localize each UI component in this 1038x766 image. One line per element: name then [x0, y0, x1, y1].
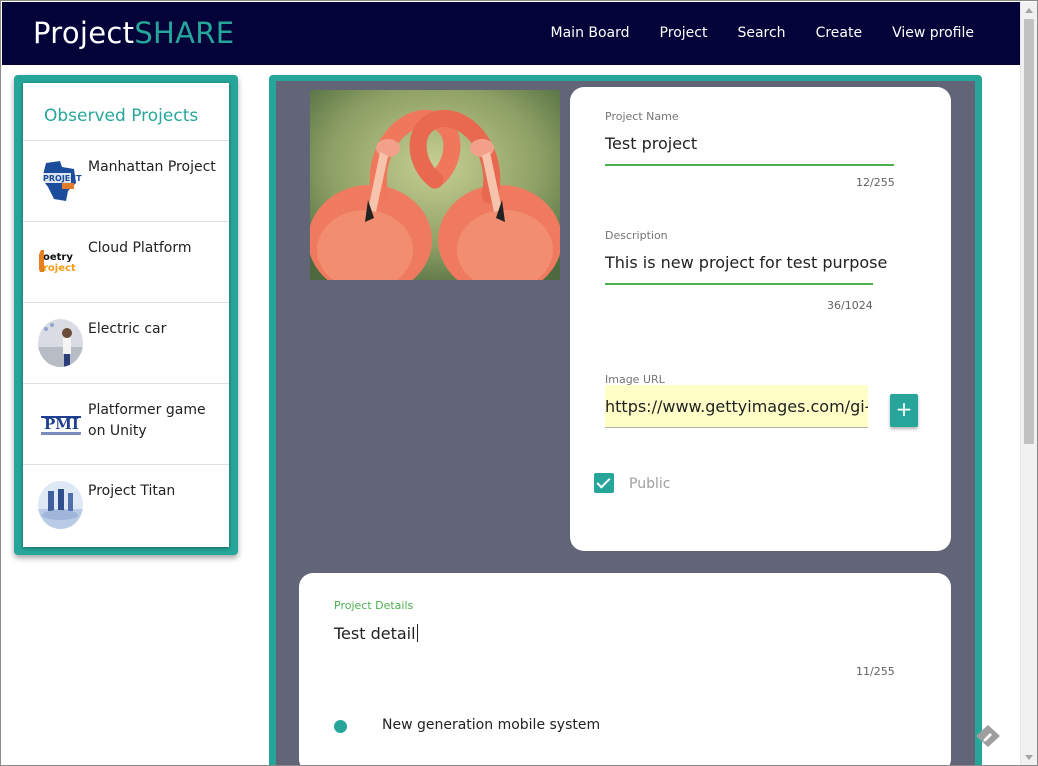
- project-item-platformer-game[interactable]: PMI Platformer game on Unity: [23, 384, 229, 465]
- brand-share-text: SHARE: [134, 16, 235, 50]
- project-details-text: Test detail: [334, 624, 416, 643]
- top-navbar: ProjectSHARE Main Board Project Search C…: [2, 2, 1020, 65]
- project-details-label: Project Details: [334, 599, 414, 612]
- project-details-counter: 11/255: [856, 665, 895, 678]
- pmi-logo-thumb: PMI: [38, 400, 83, 448]
- public-label: Public: [629, 476, 671, 492]
- pencil-diamond-icon[interactable]: [975, 724, 1001, 748]
- description-counter: 36/1024: [827, 299, 873, 312]
- project-item-cloud-platform[interactable]: oetry roject Cloud Platform: [23, 222, 229, 303]
- scroll-up-arrow-icon[interactable]: [1025, 8, 1033, 13]
- nav-project[interactable]: Project: [660, 23, 708, 43]
- project-logo-thumb: PROJECT: [38, 157, 83, 205]
- observed-projects-panel: Observed Projects PROJECT Manhattan Proj…: [14, 75, 238, 555]
- scroll-down-arrow-icon[interactable]: [1025, 755, 1033, 760]
- image-url-input[interactable]: https://www.gettyimages.com/gi-resources…: [605, 397, 868, 416]
- project-item-label: Cloud Platform: [88, 240, 192, 256]
- nav-create[interactable]: Create: [816, 23, 863, 43]
- person-photo-thumb: [38, 319, 83, 367]
- bullet-dot-icon: [334, 720, 347, 733]
- svg-text:PROJECT: PROJECT: [43, 174, 82, 183]
- scroll-thumb[interactable]: [1024, 19, 1034, 444]
- project-name-input[interactable]: Test project: [605, 134, 697, 153]
- nav-main-board[interactable]: Main Board: [551, 23, 630, 43]
- text-caret: [416, 624, 418, 642]
- project-item-electric-car[interactable]: Electric car: [23, 303, 229, 384]
- image-url-field[interactable]: https://www.gettyimages.com/gi-resources…: [605, 385, 868, 428]
- project-item-manhattan[interactable]: PROJECT Manhattan Project: [23, 141, 229, 222]
- svg-text:roject: roject: [43, 263, 76, 274]
- project-name-label: Project Name: [605, 110, 679, 123]
- detail-list-item: New generation mobile system: [382, 717, 601, 733]
- project-item-label: Project Titan: [88, 483, 176, 499]
- nav-links: Main Board Project Search Create View pr…: [551, 23, 974, 43]
- project-item-label: Electric car: [88, 321, 167, 337]
- nav-search[interactable]: Search: [737, 23, 785, 43]
- observed-projects-title: Observed Projects: [23, 83, 229, 141]
- svg-text:oetry: oetry: [43, 252, 73, 263]
- vertical-scrollbar[interactable]: [1020, 2, 1037, 765]
- project-form-card: Project Name Test project 12/255 Descrip…: [570, 87, 951, 551]
- description-label: Description: [605, 229, 668, 242]
- public-checkbox[interactable]: [594, 473, 614, 493]
- project-details-input[interactable]: Test detail: [334, 624, 418, 643]
- office-photo-thumb: [38, 481, 83, 529]
- project-name-underline: [605, 164, 894, 166]
- project-item-label: Manhattan Project: [88, 159, 216, 175]
- brand-project-text: Project: [33, 16, 135, 50]
- nav-view-profile[interactable]: View profile: [892, 23, 974, 43]
- project-details-card: Project Details Test detail 11/255 New g…: [299, 573, 951, 765]
- project-item-titan[interactable]: Project Titan: [23, 465, 229, 546]
- project-image-preview: [310, 90, 560, 280]
- add-image-button[interactable]: +: [890, 394, 918, 427]
- brand-logo[interactable]: ProjectSHARE: [33, 15, 234, 51]
- description-input[interactable]: This is new project for test purpose: [605, 253, 887, 272]
- poetry-project-thumb: oetry roject: [38, 238, 83, 286]
- project-item-label: Platformer game on Unity: [88, 402, 206, 439]
- project-name-counter: 12/255: [856, 176, 895, 189]
- browser-viewport: ProjectSHARE Main Board Project Search C…: [0, 0, 1038, 766]
- observed-projects-list: Observed Projects PROJECT Manhattan Proj…: [23, 83, 229, 547]
- description-underline: [605, 283, 873, 285]
